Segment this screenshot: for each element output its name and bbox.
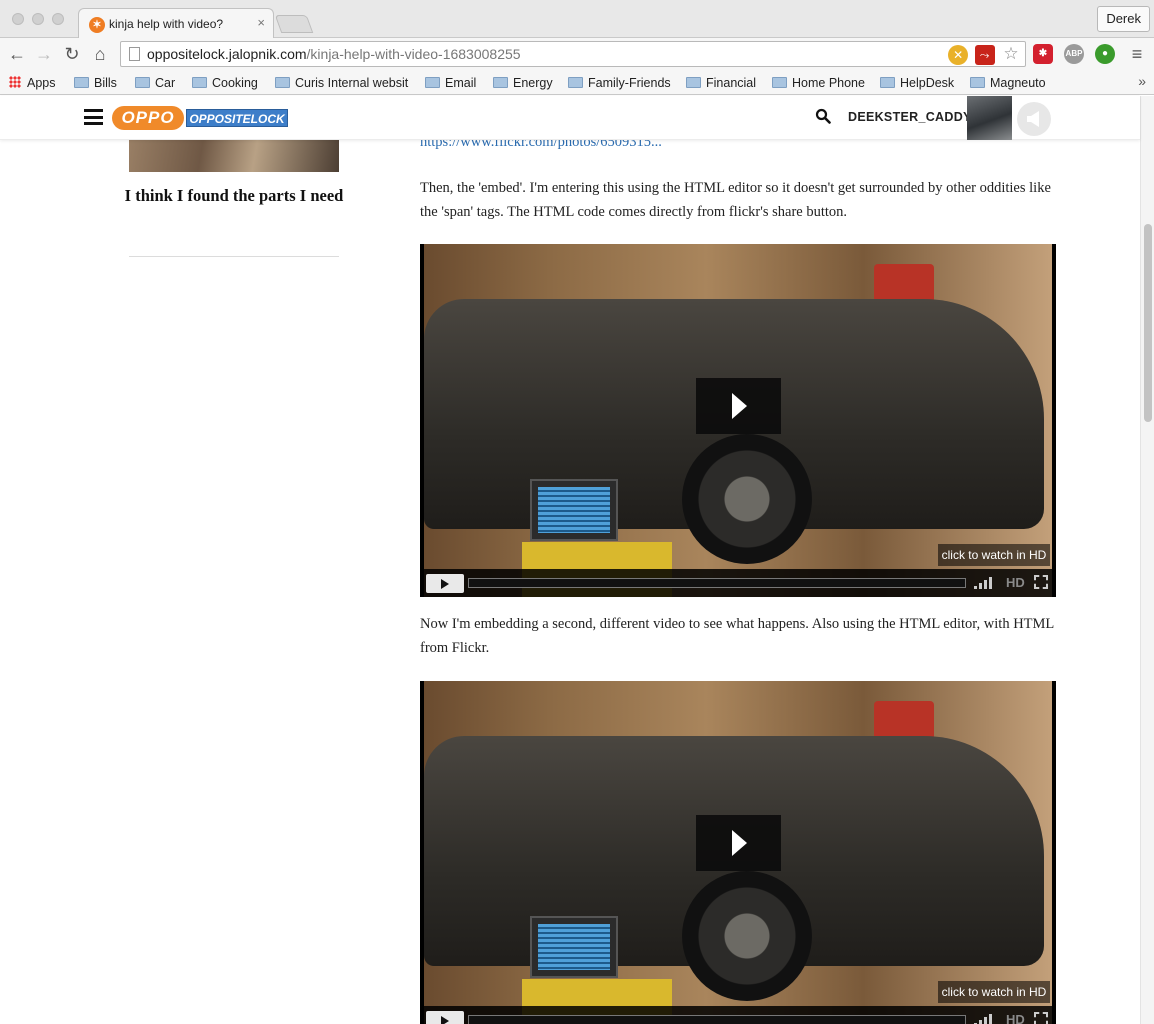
bookmarks-overflow-button[interactable]: » <box>1138 73 1146 89</box>
bookmark-label: HelpDesk <box>900 76 955 90</box>
evernote-extension-icon[interactable]: ● <box>1095 44 1115 64</box>
bookmark-label: Family-Friends <box>588 76 671 90</box>
article-paragraph-2: Now I'm embedding a second, different vi… <box>420 616 1054 656</box>
tab-title: kinja help with video? <box>109 17 224 31</box>
bookmark-home-phone[interactable]: Home Phone <box>772 74 865 92</box>
watch-in-hd-link[interactable]: click to watch in HD <box>938 544 1050 566</box>
new-tab-button[interactable] <box>274 15 314 33</box>
logo-wordmark: OPPOSITELOCK <box>186 109 288 127</box>
bookmark-label: Home Phone <box>792 76 865 90</box>
menu-icon[interactable]: ≡ <box>1126 43 1148 65</box>
apps-grid-icon <box>9 76 21 88</box>
site-header: OPPO OPPOSITELOCK DEEKSTER_CADDY <box>0 96 1140 140</box>
username-link[interactable]: DEEKSTER_CADDY <box>848 110 972 124</box>
home-icon[interactable]: ⌂ <box>89 43 111 65</box>
hd-toggle[interactable]: HD <box>1006 575 1025 590</box>
bookmark-label: Cooking <box>212 76 258 90</box>
bookmark-energy[interactable]: Energy <box>493 74 553 92</box>
reload-icon[interactable]: ↻ <box>61 43 83 65</box>
folder-icon <box>686 77 701 88</box>
video-player-1[interactable]: click to watch in HD HD <box>420 244 1056 597</box>
hamburger-menu-icon[interactable] <box>84 109 103 125</box>
folder-icon <box>772 77 787 88</box>
sidebar-post-title[interactable]: I think I found the parts I need <box>108 186 360 206</box>
bookmark-financial[interactable]: Financial <box>686 74 756 92</box>
progress-bar[interactable] <box>468 578 966 588</box>
play-button[interactable] <box>426 1011 464 1024</box>
bookmark-label: Apps <box>27 76 56 90</box>
bookmark-magneuto[interactable]: Magneuto <box>970 74 1046 92</box>
folder-icon <box>135 77 150 88</box>
user-avatar[interactable] <box>967 96 1012 140</box>
bookmark-label: Car <box>155 76 176 90</box>
bookmark-family-friends[interactable]: Family-Friends <box>568 74 671 92</box>
bookmark-apps[interactable]: Apps <box>9 74 56 92</box>
volume-icon[interactable] <box>974 1014 996 1024</box>
bookmark-car[interactable]: Car <box>135 74 175 92</box>
search-icon[interactable] <box>815 108 831 124</box>
adobe-icon[interactable]: ⤳ <box>974 45 995 65</box>
play-overlay-button[interactable] <box>696 378 781 434</box>
url-path: /kinja-help-with-video-1683008255 <box>306 46 521 62</box>
url-host: oppositelock.jalopnik.com <box>147 46 307 62</box>
logo-oppo: OPPO <box>112 106 184 130</box>
bookmark-bills[interactable]: Bills <box>74 74 117 92</box>
folder-icon <box>425 77 440 88</box>
bookmark-label: Bills <box>94 76 117 90</box>
folder-icon <box>74 77 89 88</box>
bookmark-star-icon[interactable]: ☆ <box>1001 44 1021 64</box>
address-bar[interactable]: oppositelock.jalopnik.com/kinja-help-wit… <box>120 41 1026 67</box>
bookmark-label: Financial <box>706 76 757 90</box>
zoom-window-button[interactable] <box>52 13 64 25</box>
megaphone-icon[interactable] <box>1017 102 1051 136</box>
volume-icon[interactable] <box>974 577 996 589</box>
bookmark-label: Email <box>445 76 477 90</box>
bookmarks-bar: Apps Bills Car Cooking Curis Internal we… <box>0 71 1154 95</box>
video-controls: HD <box>424 1006 1052 1024</box>
browser-titlebar: ✶ kinja help with video? × Derek <box>0 0 1154 39</box>
url-text: oppositelock.jalopnik.com/kinja-help-wit… <box>147 46 521 62</box>
minimize-window-button[interactable] <box>32 13 44 25</box>
hd-toggle[interactable]: HD <box>1006 1012 1025 1024</box>
bookmark-label: Energy <box>513 76 553 90</box>
bookmark-email[interactable]: Email <box>425 74 476 92</box>
bookmark-label: Curis Internal websit <box>295 76 409 90</box>
browser-toolbar: ← → ↻ ⌂ oppositelock.jalopnik.com/kinja-… <box>0 38 1154 71</box>
folder-icon <box>568 77 583 88</box>
oppo-favicon-icon: ✶ <box>89 17 105 33</box>
back-arrow-icon[interactable]: ← <box>6 43 28 65</box>
bookmark-label: Magneuto <box>990 76 1046 90</box>
scrollbar-thumb[interactable] <box>1144 224 1152 422</box>
bookmark-curis[interactable]: Curis Internal websit <box>275 74 408 92</box>
fullscreen-icon[interactable] <box>1034 1012 1048 1024</box>
page-icon <box>129 47 140 61</box>
close-window-button[interactable] <box>12 13 24 25</box>
play-button[interactable] <box>426 574 464 593</box>
adblock-plus-icon[interactable]: ABP <box>1064 44 1084 64</box>
page-scrollbar[interactable] <box>1140 96 1154 1024</box>
video-player-2[interactable]: click to watch in HD HD <box>420 681 1056 1024</box>
sidebar-divider <box>129 256 339 257</box>
profile-button[interactable]: Derek <box>1097 6 1150 32</box>
cookie-blocked-icon[interactable]: ✕ <box>948 45 969 65</box>
lastpass-extension-icon[interactable]: ✱ <box>1033 44 1053 64</box>
video-controls: HD <box>424 569 1052 597</box>
fullscreen-icon[interactable] <box>1034 575 1048 589</box>
play-overlay-button[interactable] <box>696 815 781 871</box>
folder-icon <box>880 77 895 88</box>
tab-close-icon[interactable]: × <box>257 15 265 30</box>
browser-tab-active[interactable]: ✶ kinja help with video? × <box>78 8 274 39</box>
bookmark-helpdesk[interactable]: HelpDesk <box>880 74 954 92</box>
article-paragraph-1: Then, the 'embed'. I'm entering this usi… <box>420 180 1051 220</box>
folder-icon <box>192 77 207 88</box>
folder-icon <box>493 77 508 88</box>
watch-in-hd-link[interactable]: click to watch in HD <box>938 981 1050 1003</box>
folder-icon <box>275 77 290 88</box>
progress-bar[interactable] <box>468 1015 966 1024</box>
bookmark-cooking[interactable]: Cooking <box>192 74 258 92</box>
folder-icon <box>970 77 985 88</box>
forward-arrow-icon[interactable]: → <box>33 43 55 65</box>
